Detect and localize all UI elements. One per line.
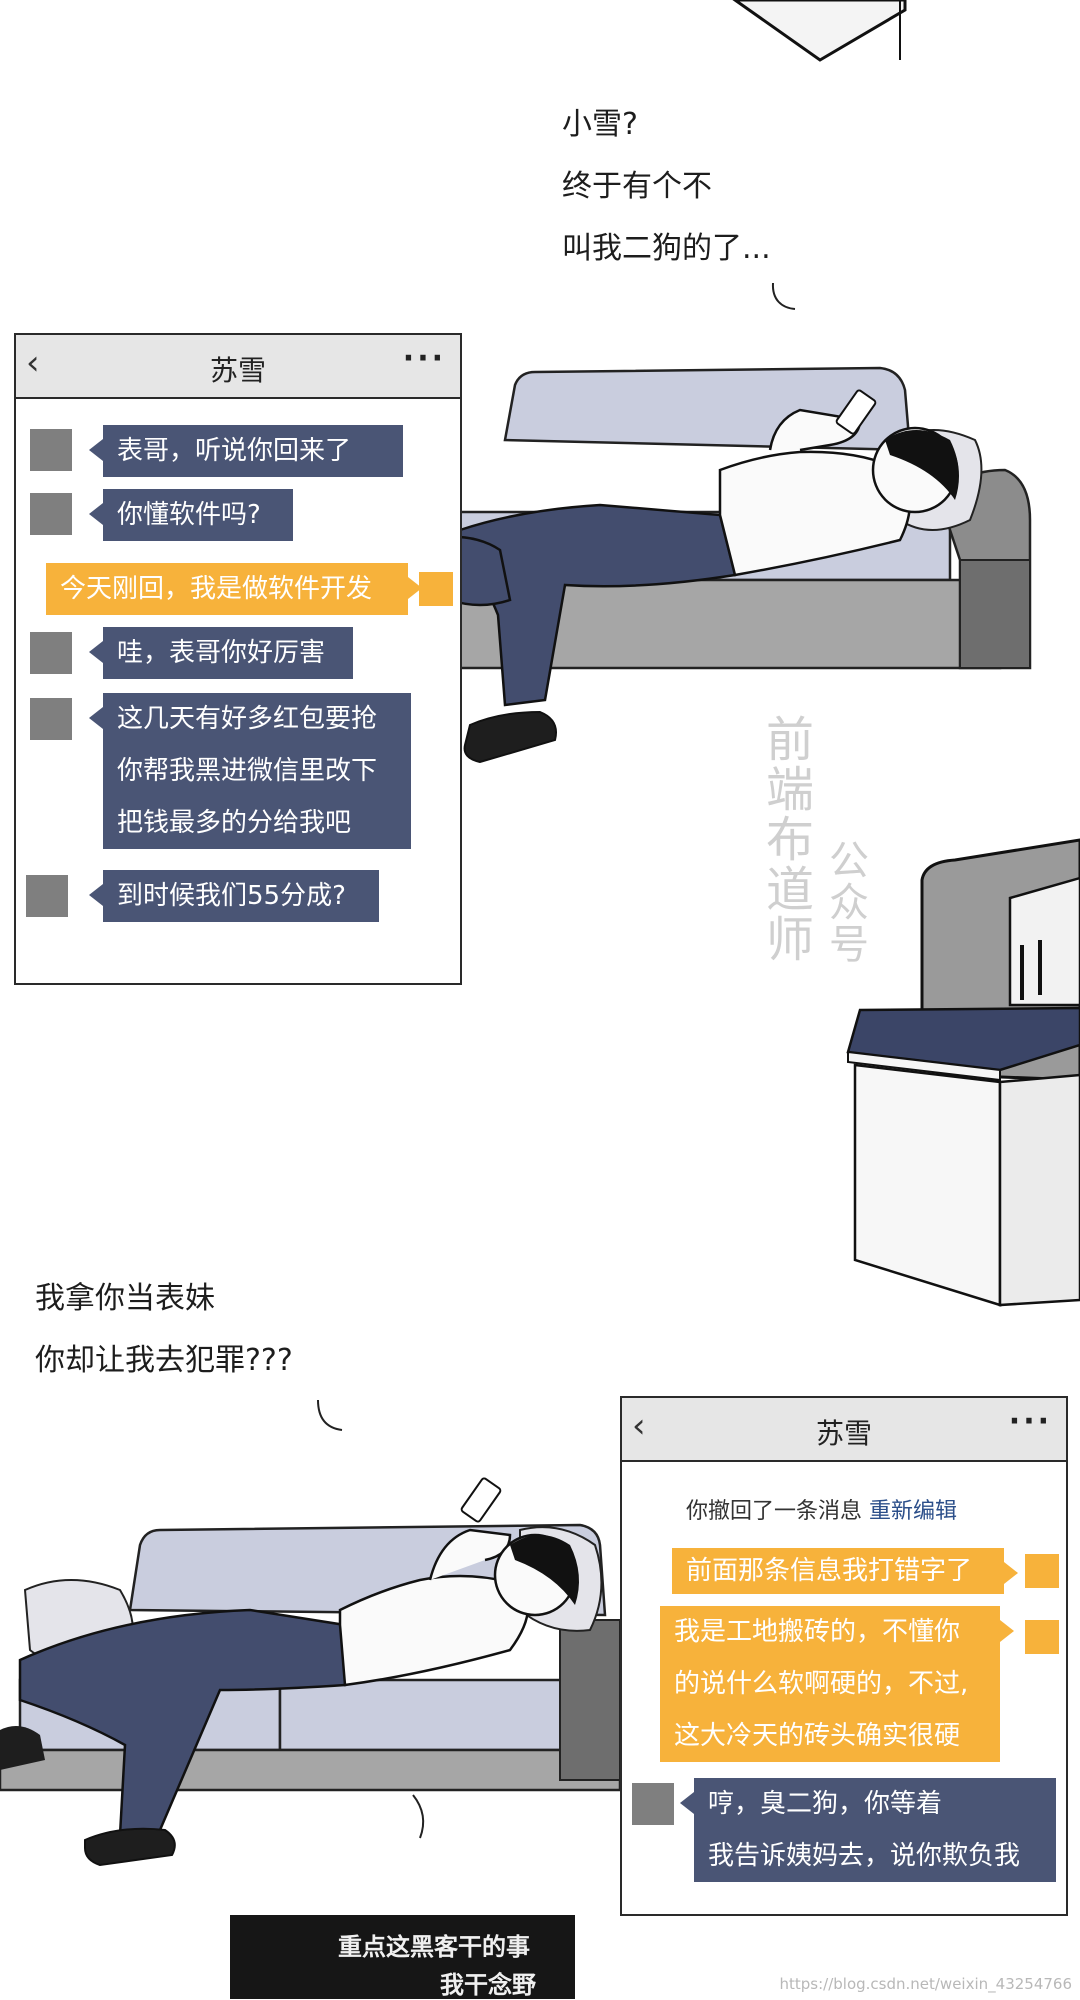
bottom-banner: 重点这黑客干的事 我干念野 (230, 1915, 575, 1999)
narration-top-line2: 终于有个不 (562, 169, 712, 204)
speech-tick-low (412, 1794, 425, 1839)
chat-panel-1: ‹ 苏雪 ··· 表哥，听说你回来了 你懂软件吗? 今天刚回，我是做软件开发 哇… (14, 333, 462, 985)
message-bubble-outgoing: 我是工地搬砖的，不懂你 的说什么软啊硬的，不过, 这大冷天的砖头确实很硬 (660, 1606, 1014, 1762)
box-corner-top (732, 0, 907, 62)
message-bubble-incoming: 哇，表哥你好厉害 (89, 627, 353, 679)
banner-line1: 重点这黑客干的事 (338, 1932, 530, 1961)
message-bubble-incoming: 到时候我们55分成? (89, 870, 379, 922)
more-icon[interactable]: ··· (403, 341, 446, 376)
message-text-line: 这几天有好多红包要抢 (117, 704, 378, 734)
message-text-line: 你帮我黑进微信里改下 (117, 756, 378, 786)
chat-header: ‹ 苏雪 ··· (622, 1398, 1066, 1462)
avatar-contact[interactable] (30, 429, 72, 471)
avatar-self[interactable] (419, 572, 453, 606)
narration-top: 小雪? 终于有个不 叫我二狗的了... (562, 94, 771, 280)
narration-top-line3: 叫我二狗的了... (562, 231, 771, 266)
narration-mid: 我拿你当表妹 你却让我去犯罪??? (35, 1268, 293, 1392)
message-text: 到时候我们55分成? (117, 881, 346, 911)
message-bubble-incoming: 你懂软件吗? (89, 489, 293, 541)
message-bubble-incoming: 哼，臭二狗，你等着 我告诉姨妈去，说你欺负我 (680, 1778, 1056, 1882)
narration-top-line1: 小雪? (562, 107, 638, 142)
chat-header: ‹ 苏雪 ··· (16, 335, 460, 399)
message-text: 前面那条信息我打错字了 (686, 1556, 973, 1586)
avatar-contact[interactable] (30, 493, 72, 535)
message-bubble-incoming: 这几天有好多红包要抢 你帮我黑进微信里改下 把钱最多的分给我吧 (89, 693, 411, 849)
message-bubble-outgoing: 今天刚回，我是做软件开发 (46, 563, 422, 615)
avatar-self[interactable] (1025, 1554, 1059, 1588)
banner-line2: 我干念野 (440, 1970, 536, 1999)
watermark-main: 前端布道师 (765, 712, 814, 968)
message-text: 你懂软件吗? (117, 500, 261, 530)
speech-tick-top (771, 282, 796, 310)
avatar-contact[interactable] (30, 632, 72, 674)
more-icon[interactable]: ··· (1009, 1404, 1052, 1439)
avatar-self[interactable] (1025, 1620, 1059, 1654)
message-text: 哇，表哥你好厉害 (117, 638, 326, 668)
speech-tick-mid (317, 1399, 343, 1431)
avatar-contact[interactable] (30, 698, 72, 740)
narration-mid-line2: 你却让我去犯罪??? (35, 1343, 293, 1378)
avatar-contact[interactable] (26, 875, 68, 917)
message-text-line: 哼，臭二狗，你等着 (708, 1789, 943, 1819)
chat-panel-2: ‹ 苏雪 ··· 你撤回了一条消息 重新编辑 前面那条信息我打错字了 我是工地搬… (620, 1396, 1068, 1916)
narration-mid-line1: 我拿你当表妹 (35, 1281, 215, 1316)
message-text-line: 把钱最多的分给我吧 (117, 808, 352, 838)
chat-title: 苏雪 (209, 354, 266, 387)
message-text: 表哥，听说你回来了 (117, 436, 352, 466)
footer-url: https://blog.csdn.net/weixin_43254766 (779, 1975, 1072, 1993)
message-text-line: 这大冷天的砖头确实很硬 (674, 1721, 961, 1751)
message-bubble-incoming: 表哥，听说你回来了 (89, 425, 403, 477)
message-text-line: 的说什么软啊硬的，不过, (674, 1669, 969, 1699)
message-text-line: 我是工地搬砖的，不懂你 (674, 1617, 961, 1647)
recall-notice-text: 你撤回了一条消息 (686, 1499, 863, 1524)
message-bubble-outgoing: 前面那条信息我打错字了 (672, 1548, 1018, 1594)
watermark-sub: 公众号 (829, 838, 869, 968)
re-edit-link[interactable]: 重新编辑 (869, 1499, 957, 1524)
message-text: 今天刚回，我是做软件开发 (60, 574, 373, 604)
tv-illustration (846, 838, 1080, 1307)
chat-title: 苏雪 (815, 1417, 872, 1450)
avatar-contact[interactable] (632, 1783, 674, 1825)
recall-notice: 你撤回了一条消息 重新编辑 (686, 1493, 957, 1525)
message-text-line: 我告诉姨妈去，说你欺负我 (708, 1841, 1021, 1871)
